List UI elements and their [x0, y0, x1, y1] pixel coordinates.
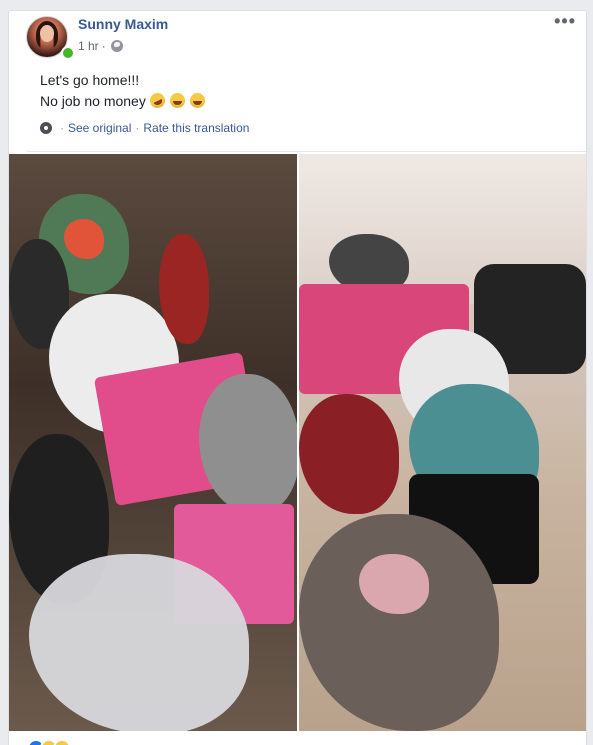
globe-icon[interactable] — [110, 40, 123, 52]
gear-icon[interactable] — [40, 122, 52, 134]
post-text-line-2-wrap: No job no money — [40, 90, 206, 112]
translation-bar: · See original · Rate this translation — [40, 121, 249, 135]
author-name[interactable]: Sunny Maxim — [78, 16, 168, 32]
post-timestamp[interactable]: 1 hr — [78, 39, 99, 53]
see-original-link[interactable]: See original — [68, 121, 131, 135]
more-options-icon[interactable]: ••• — [554, 11, 576, 32]
post-text: Let's go home!!! No job no money — [40, 70, 206, 112]
orange-bundle-shape — [64, 219, 104, 259]
clear-bag-shape — [29, 554, 249, 731]
post-meta: 1 hr · — [78, 39, 123, 53]
red-bag-shape-right — [299, 394, 399, 514]
post-text-line-1: Let's go home!!! — [40, 72, 140, 88]
photo-grid — [9, 154, 586, 731]
haha-reaction-icon-2 — [53, 739, 71, 745]
online-status-icon — [61, 46, 75, 60]
post-text-line-2: No job no money — [40, 93, 146, 109]
rolling-on-floor-laughing-emoji-icon — [147, 90, 168, 111]
avatar-face — [40, 25, 54, 42]
reactions-row[interactable] — [27, 739, 71, 745]
translation-separator: · — [60, 121, 64, 135]
photo-bags-right[interactable] — [299, 154, 586, 731]
photo-bags-left[interactable] — [9, 154, 297, 731]
clear-bag-shape-right — [299, 514, 499, 731]
post-card: Sunny Maxim 1 hr · ••• Let's go home!!! … — [8, 10, 587, 745]
rate-translation-link[interactable]: Rate this translation — [143, 121, 249, 135]
grinning-sweat-emoji-icon — [169, 93, 185, 108]
divider — [27, 151, 586, 152]
tears-of-joy-emoji-icon — [189, 93, 205, 108]
silver-fan-shape — [199, 374, 297, 514]
meta-separator: · — [101, 39, 106, 53]
translation-separator-2: · — [135, 121, 140, 135]
